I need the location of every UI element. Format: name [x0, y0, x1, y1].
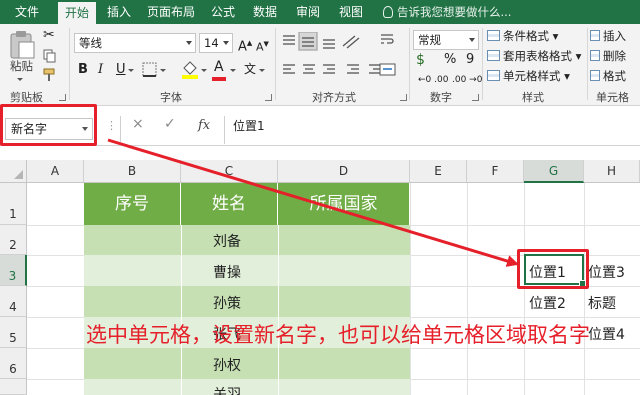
annotation-text: 选中单元格，设置新名字，也可以给单元格区域取名字 [86, 323, 590, 347]
